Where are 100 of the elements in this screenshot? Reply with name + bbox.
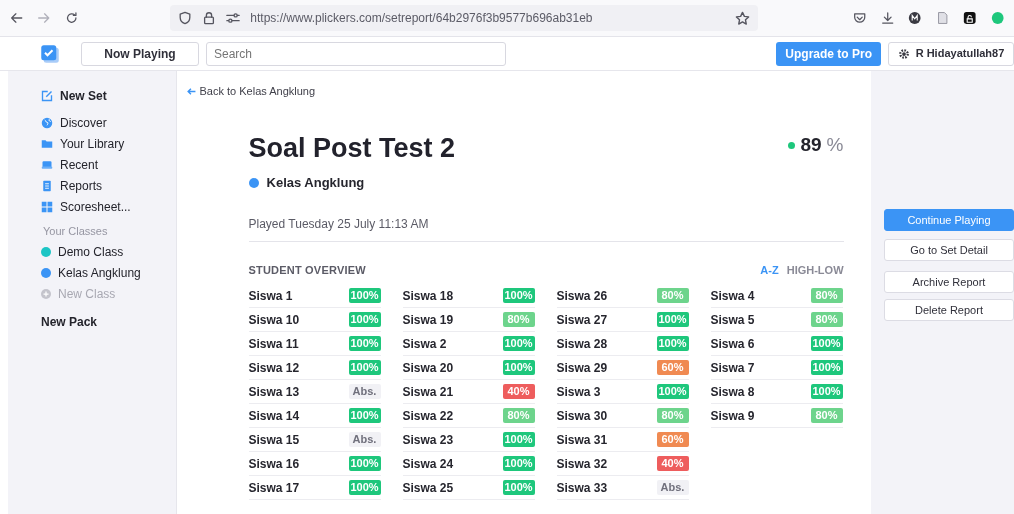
student-name: Siswa 20 [402,359,454,377]
score-badge: 100% [810,360,843,375]
student-name: Siswa 26 [556,287,608,305]
back-link[interactable]: Back to Kelas Angklung [186,83,316,100]
score-badge: 80% [656,288,689,303]
section-heading: STUDENT OVERVIEW [248,262,366,278]
student-name: Siswa 15 [248,431,300,449]
section-heading: Your Classes [43,223,109,239]
student-name: Siswa 11 [248,335,299,353]
score-badge: 100% [502,480,535,495]
edit-icon [41,89,53,102]
shield-icon[interactable] [178,11,193,25]
score-badge: 100% [810,384,843,399]
score-badge: 80% [502,312,535,327]
score-value: 89 [800,133,822,157]
score-badge: 100% [348,480,381,495]
search-field[interactable]: Search [206,41,506,66]
score-badge: 80% [502,408,535,423]
score-badge: 100% [502,456,535,471]
score-badge: 100% [348,408,381,423]
score-badge: 80% [810,288,843,303]
sidebar-item[interactable]: Your Library [41,133,176,154]
folder-icon [41,137,53,150]
action-button[interactable]: Archive Report [884,271,1014,293]
sidebar-item[interactable]: Recent [41,154,176,175]
circle-avatar-icon[interactable] [908,11,922,25]
student-name: Siswa 19 [402,311,454,329]
score-badge: 60% [656,360,689,375]
student-name: Siswa 9 [710,407,755,425]
student-name: Siswa 25 [402,479,454,497]
now-playing-button[interactable]: Now Playing [81,41,199,66]
student-name: Siswa 3 [556,383,601,401]
sidebar-item[interactable]: Scoresheet... [41,196,176,217]
score-badge: 100% [502,432,535,447]
lock-icon[interactable] [202,11,217,25]
url-text: https://www.plickers.com/setreport/64b2976f3b9577b696ab31eb [250,10,594,27]
class-item[interactable]: Demo Class [41,241,176,262]
score-badge: 100% [502,360,535,375]
score-badge: Abs. [656,480,689,495]
class-name: Kelas Angklung [266,174,365,192]
score-badge: 60% [656,432,689,447]
checkbox-logo-icon[interactable] [40,43,60,64]
star-icon[interactable] [735,10,751,26]
square-icon[interactable] [963,11,977,25]
student-name: Siswa 32 [556,455,608,473]
score-badge: 100% [348,288,381,303]
action-button[interactable]: Delete Report [884,299,1014,321]
reload-icon[interactable] [64,11,79,25]
back-icon[interactable] [10,11,24,25]
action-button[interactable]: Go to Set Detail [884,239,1014,261]
student-name: Siswa 6 [710,335,755,353]
score-badge: 100% [348,312,381,327]
class-item[interactable]: Kelas Angklung [41,262,176,283]
url-bar[interactable]: https://www.plickers.com/setreport/64b2976f3b9577b696ab31eb [170,5,759,31]
sliders-icon[interactable] [226,11,241,25]
document-icon [41,179,53,192]
score-dot [788,141,796,149]
student-name: Siswa 16 [248,455,300,473]
student-name: Siswa 12 [248,359,300,377]
student-name: Siswa 22 [402,407,454,425]
student-name: Siswa 17 [248,479,300,497]
score-badge: 80% [810,408,843,423]
score-badge: 100% [348,456,381,471]
tray-icon [41,158,53,171]
score-badge: 100% [502,336,535,351]
student-name: Siswa 14 [248,407,300,425]
score-badge: 100% [348,336,381,351]
student-name: Siswa 13 [248,383,300,401]
score-badge: 100% [656,312,689,327]
score-badge: Abs. [348,384,381,399]
student-name: Siswa 27 [556,311,608,329]
score-badge: 100% [656,384,689,399]
download-icon[interactable] [880,11,895,25]
score-badge: Abs. [348,432,381,447]
score-badge: 80% [656,408,689,423]
percent-sign: % [826,133,844,157]
student-name: Siswa 28 [556,335,608,353]
pocket-icon[interactable] [853,11,867,25]
score-badge: 100% [348,360,381,375]
globe-icon [41,116,53,129]
student-name: Siswa 2 [402,335,447,353]
score-badge: 100% [502,288,535,303]
played-date: Played Tuesday 25 July 11:13 AM [248,192,844,242]
sidebar-item[interactable]: Discover [41,112,176,133]
student-name: Siswa 21 [402,383,454,401]
user-button[interactable]: R Hidayatullah87 [888,41,1014,66]
sidebar-item[interactable]: Reports [41,175,176,196]
score-badge: 40% [502,384,535,399]
student-name: Siswa 29 [556,359,608,377]
grid-icon [41,200,53,213]
student-name: Siswa 4 [710,287,755,305]
score-badge: 100% [810,336,843,351]
score-badge: 80% [810,312,843,327]
new-set-link[interactable]: New Set [41,85,176,106]
document-icon[interactable] [935,11,950,25]
score-badge: 40% [656,456,689,471]
new-pack-link[interactable]: New Pack [41,311,176,332]
student-name: Siswa 7 [710,359,755,377]
student-name: Siswa 1 [248,287,293,305]
student-name: Siswa 5 [710,311,755,329]
